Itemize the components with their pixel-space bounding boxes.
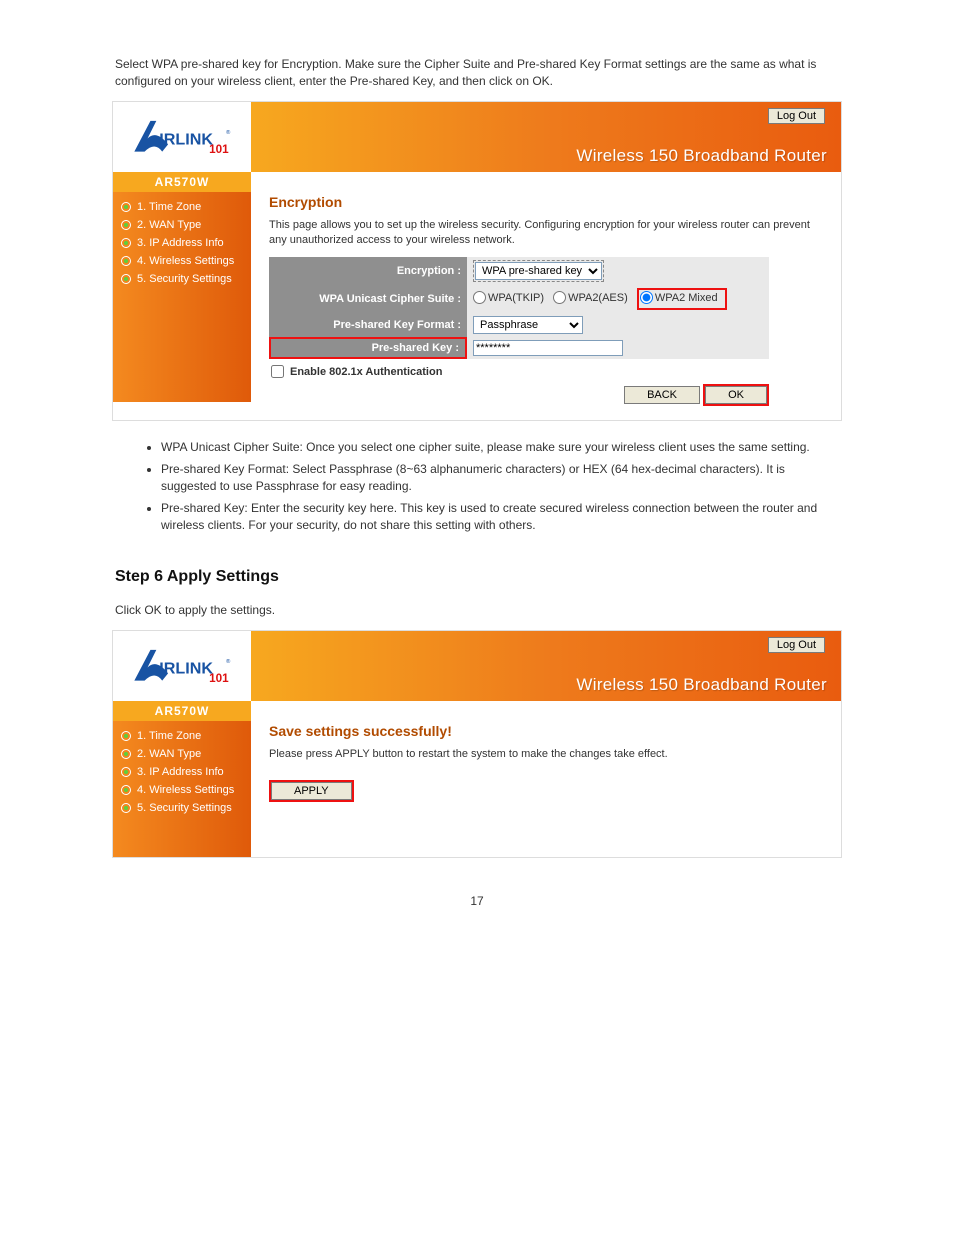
sidebar: 1. Time Zone 2. WAN Type 3. IP Address I… — [113, 192, 251, 402]
page-description: Please press APPLY button to restart the… — [269, 747, 823, 762]
check-icon — [121, 767, 131, 777]
airlink-logo: IRLINK 101 ® — [127, 115, 237, 159]
step6-title: Step 6 Apply Settings — [115, 568, 839, 586]
check-icon — [121, 785, 131, 795]
row-label-encryption: Encryption : — [269, 257, 467, 285]
sidebar-item-label: 1. Time Zone — [137, 201, 201, 213]
check-icon — [121, 220, 131, 230]
svg-text:®: ® — [226, 129, 231, 136]
radio-aes[interactable] — [553, 291, 566, 304]
sidebar-item-wireless[interactable]: 4. Wireless Settings — [113, 252, 251, 270]
radio-label: WPA2 Mixed — [655, 292, 718, 304]
check-icon — [121, 274, 131, 284]
screenshot-encryption: IRLINK 101 ® Log Out Wireless 150 Broadb… — [112, 101, 842, 422]
check-icon — [121, 749, 131, 759]
check-icon — [121, 202, 131, 212]
row-label-key: Pre-shared Key : — [269, 337, 467, 359]
sidebar-item-label: 2. WAN Type — [137, 219, 201, 231]
check-icon — [121, 238, 131, 248]
ok-button[interactable]: OK — [705, 386, 767, 404]
sidebar-item-label: 3. IP Address Info — [137, 237, 224, 249]
row-label-cipher: WPA Unicast Cipher Suite : — [269, 285, 467, 313]
sidebar-item-wantype[interactable]: 2. WAN Type — [113, 216, 251, 234]
logout-button[interactable]: Log Out — [768, 108, 825, 124]
sidebar-item-label: 5. Security Settings — [137, 802, 232, 814]
check-icon — [121, 803, 131, 813]
svg-text:101: 101 — [209, 672, 229, 685]
config-table: Encryption : WPA pre-shared key WPA Unic… — [269, 257, 769, 359]
intro-paragraph: Select WPA pre-shared key for Encryption… — [115, 56, 839, 91]
encryption-select[interactable]: WPA pre-shared key — [475, 262, 602, 280]
radio-tkip[interactable] — [473, 291, 486, 304]
svg-text:IRLINK: IRLINK — [159, 130, 213, 148]
logout-button[interactable]: Log Out — [768, 637, 825, 653]
enable-8021x-label: Enable 802.1x Authentication — [290, 366, 442, 378]
sidebar-item-timezone[interactable]: 1. Time Zone — [113, 727, 251, 745]
sidebar-item-ipaddress[interactable]: 3. IP Address Info — [113, 234, 251, 252]
radio-label: WPA(TKIP) — [488, 292, 544, 304]
page-number: 17 — [0, 894, 954, 908]
radio-mixed[interactable] — [640, 291, 653, 304]
sidebar-item-label: 4. Wireless Settings — [137, 784, 234, 796]
preshared-key-input[interactable] — [473, 340, 623, 356]
page-title: Save settings successfully! — [269, 723, 823, 739]
list-item: WPA Unicast Cipher Suite: Once you selec… — [161, 439, 839, 456]
airlink-logo: IRLINK 101 ® — [127, 644, 237, 688]
format-select[interactable]: Passphrase — [473, 316, 583, 334]
model-label: AR570W — [113, 172, 251, 192]
sidebar: 1. Time Zone 2. WAN Type 3. IP Address I… — [113, 721, 251, 857]
list-item: Pre-shared Key Format: Select Passphrase… — [161, 461, 839, 496]
sidebar-item-wireless[interactable]: 4. Wireless Settings — [113, 781, 251, 799]
page-description: This page allows you to set up the wirel… — [269, 218, 823, 248]
sidebar-item-label: 3. IP Address Info — [137, 766, 224, 778]
back-button[interactable]: BACK — [624, 386, 700, 404]
screenshot-apply: IRLINK 101 ® Log Out Wireless 150 Broadb… — [112, 630, 842, 858]
brand-title: Wireless 150 Broadband Router — [576, 675, 827, 695]
sidebar-item-label: 4. Wireless Settings — [137, 255, 234, 267]
brand-title: Wireless 150 Broadband Router — [576, 146, 827, 166]
step6-text: Click OK to apply the settings. — [115, 602, 839, 619]
sidebar-item-timezone[interactable]: 1. Time Zone — [113, 198, 251, 216]
sidebar-item-label: 1. Time Zone — [137, 730, 201, 742]
sidebar-item-wantype[interactable]: 2. WAN Type — [113, 745, 251, 763]
apply-button[interactable]: APPLY — [271, 782, 352, 800]
radio-label: WPA2(AES) — [568, 292, 628, 304]
sidebar-item-security[interactable]: 5. Security Settings — [113, 799, 251, 817]
notes-list: WPA Unicast Cipher Suite: Once you selec… — [115, 439, 839, 534]
svg-text:101: 101 — [209, 143, 229, 156]
svg-text:IRLINK: IRLINK — [159, 659, 213, 677]
row-label-format: Pre-shared Key Format : — [269, 313, 467, 337]
sidebar-item-label: 5. Security Settings — [137, 273, 232, 285]
sidebar-item-label: 2. WAN Type — [137, 748, 201, 760]
check-icon — [121, 256, 131, 266]
check-icon — [121, 731, 131, 741]
model-label: AR570W — [113, 701, 251, 721]
sidebar-item-security[interactable]: 5. Security Settings — [113, 270, 251, 288]
list-item: Pre-shared Key: Enter the security key h… — [161, 500, 839, 535]
enable-8021x-checkbox[interactable] — [271, 365, 284, 378]
sidebar-item-ipaddress[interactable]: 3. IP Address Info — [113, 763, 251, 781]
svg-text:®: ® — [226, 658, 231, 665]
page-title: Encryption — [269, 194, 823, 210]
